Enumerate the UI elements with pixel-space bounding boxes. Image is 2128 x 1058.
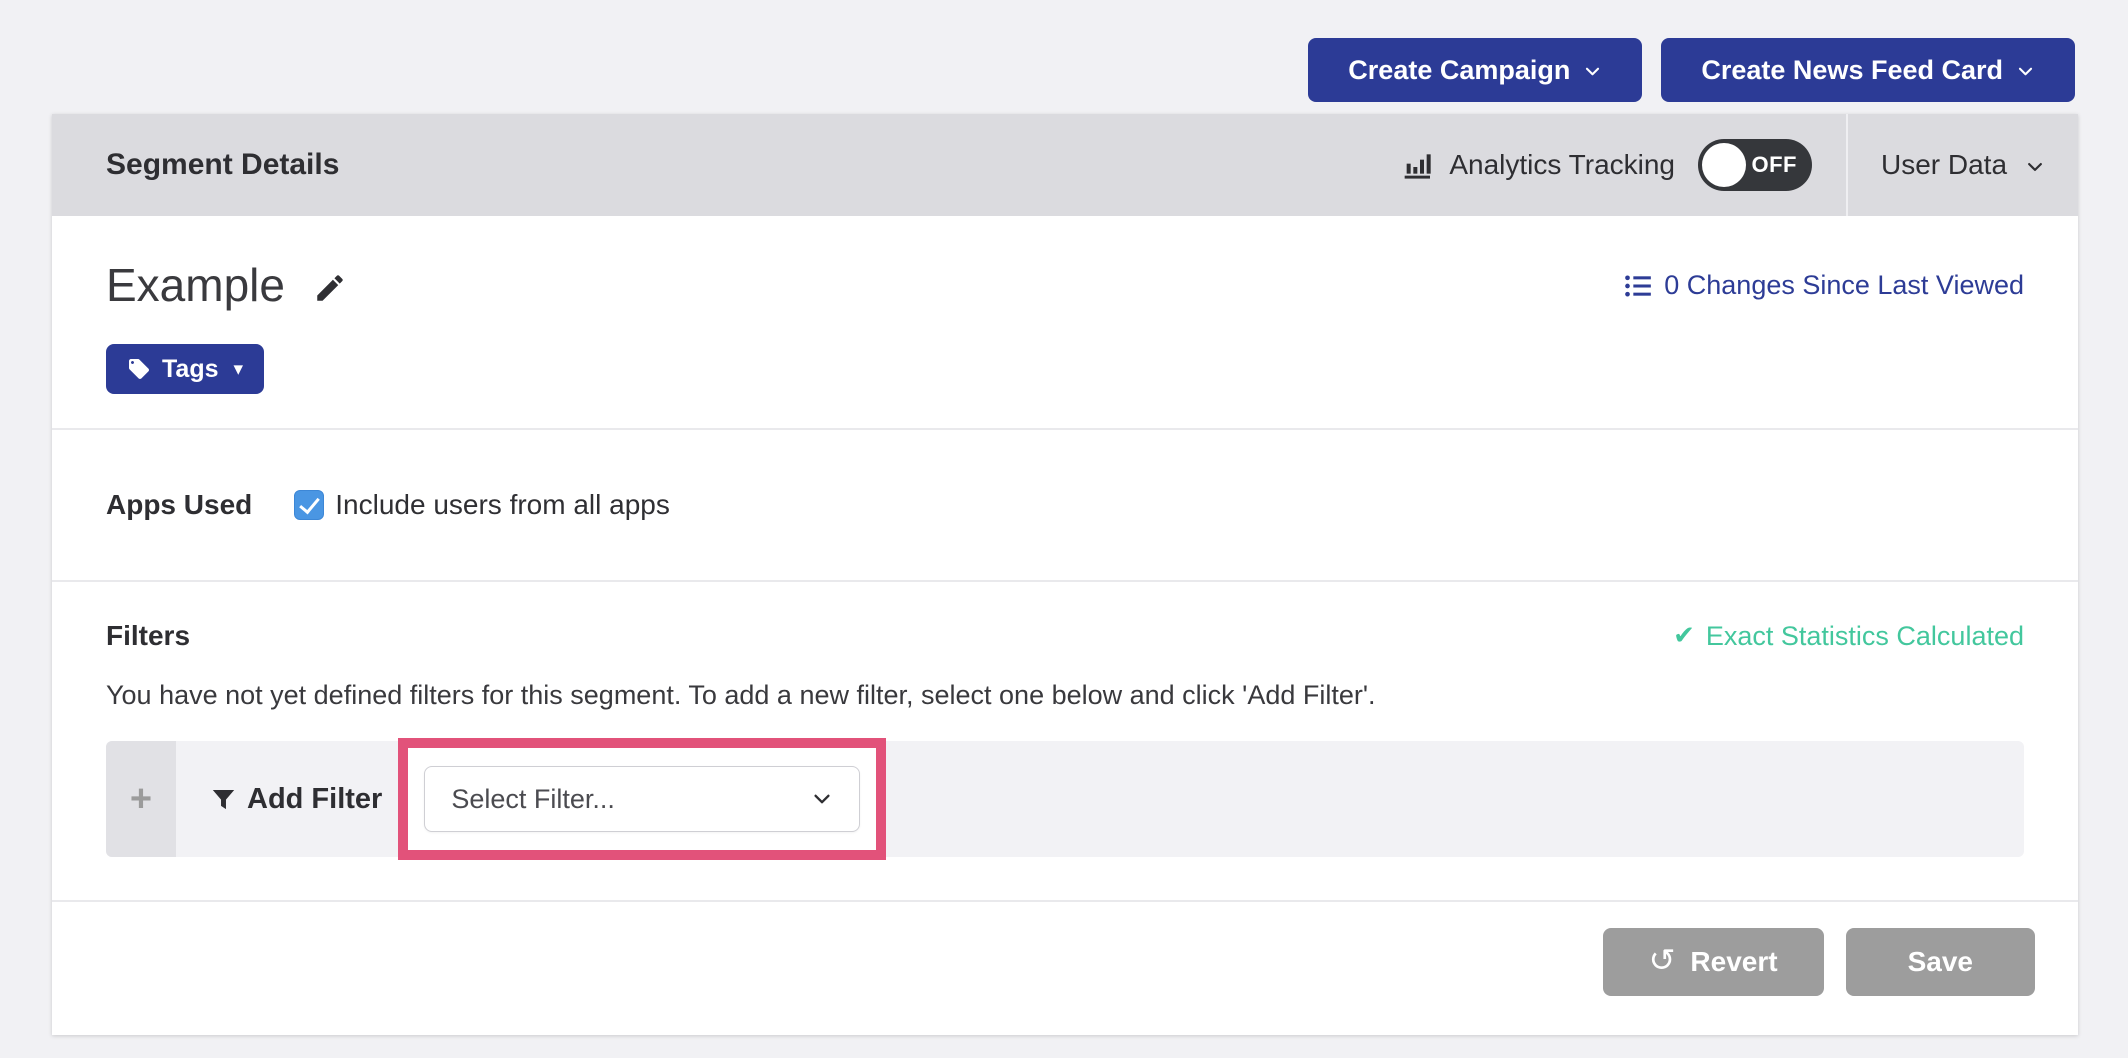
filter-funnel-icon <box>210 786 237 813</box>
segment-details-card: Segment Details Analytics Tracking OFF U… <box>52 114 2078 1035</box>
caret-down-icon: ▾ <box>234 358 244 380</box>
changes-link-label: 0 Changes Since Last Viewed <box>1664 270 2024 301</box>
filters-heading: Filters <box>106 620 190 652</box>
add-filter-plus-button[interactable]: + <box>106 741 176 857</box>
filter-select-dropdown[interactable]: Select Filter... <box>424 766 860 832</box>
tags-button-label: Tags <box>162 355 219 384</box>
status-badge: ✔ Exact Statistics Calculated <box>1673 621 2024 652</box>
chevron-down-icon <box>811 788 833 810</box>
add-filter-label: Add Filter <box>247 783 382 816</box>
filters-helper-text: You have not yet defined filters for thi… <box>106 680 2024 711</box>
user-data-label: User Data <box>1881 149 2007 181</box>
analytics-tracking-toggle[interactable]: OFF <box>1698 139 1812 191</box>
analytics-tracking-label: Analytics Tracking <box>1449 149 1675 181</box>
chevron-down-icon <box>1583 62 1602 81</box>
annotation-highlight-box: Select Filter... <box>398 738 886 860</box>
include-all-apps-checkbox[interactable] <box>294 490 324 520</box>
card-footer: ↺ Revert Save <box>52 900 2078 1035</box>
top-action-bar: Create Campaign Create News Feed Card <box>1308 38 2075 102</box>
edit-pencil-icon[interactable] <box>313 271 347 305</box>
tag-icon <box>127 357 151 381</box>
check-icon: ✔ <box>1673 621 1695 651</box>
page-title: Segment Details <box>52 148 1402 182</box>
tags-button[interactable]: Tags ▾ <box>106 344 264 394</box>
toggle-state-label: OFF <box>1752 152 1813 178</box>
create-campaign-button[interactable]: Create Campaign <box>1308 38 1642 102</box>
filter-select-value: Select Filter... <box>451 784 615 815</box>
chevron-down-icon <box>2016 62 2035 81</box>
card-header: Segment Details Analytics Tracking OFF U… <box>52 114 2078 216</box>
title-section: Example 0 Changes Since Last Viewed Tags… <box>52 216 2078 428</box>
bar-chart-icon <box>1402 149 1434 181</box>
changes-since-last-viewed-link[interactable]: 0 Changes Since Last Viewed <box>1624 270 2024 301</box>
revert-button[interactable]: ↺ Revert <box>1603 928 1824 996</box>
create-news-feed-card-button[interactable]: Create News Feed Card <box>1661 38 2075 102</box>
filters-section: Filters ✔ Exact Statistics Calculated Yo… <box>52 580 2078 897</box>
chevron-down-icon <box>2025 157 2045 177</box>
add-filter-label-group: Add Filter <box>210 783 382 816</box>
add-filter-row: + Add Filter Select Filter... <box>106 741 2024 857</box>
user-data-dropdown[interactable]: User Data <box>1848 149 2078 181</box>
segment-name: Example <box>106 256 285 314</box>
apps-used-section: Apps Used Include users from all apps <box>52 428 2078 580</box>
apps-used-label: Apps Used <box>106 489 252 521</box>
create-campaign-label: Create Campaign <box>1348 55 1570 86</box>
save-label: Save <box>1908 946 1973 978</box>
plus-icon: + <box>130 778 152 821</box>
list-icon <box>1624 272 1652 300</box>
toggle-knob <box>1702 143 1746 187</box>
revert-icon: ↺ <box>1649 941 1676 979</box>
analytics-tracking-control: Analytics Tracking OFF <box>1402 139 1812 191</box>
include-all-apps-label: Include users from all apps <box>335 489 670 521</box>
save-button[interactable]: Save <box>1846 928 2035 996</box>
create-news-feed-card-label: Create News Feed Card <box>1701 55 2003 86</box>
revert-label: Revert <box>1690 946 1777 978</box>
filters-status-label: Exact Statistics Calculated <box>1706 621 2024 652</box>
